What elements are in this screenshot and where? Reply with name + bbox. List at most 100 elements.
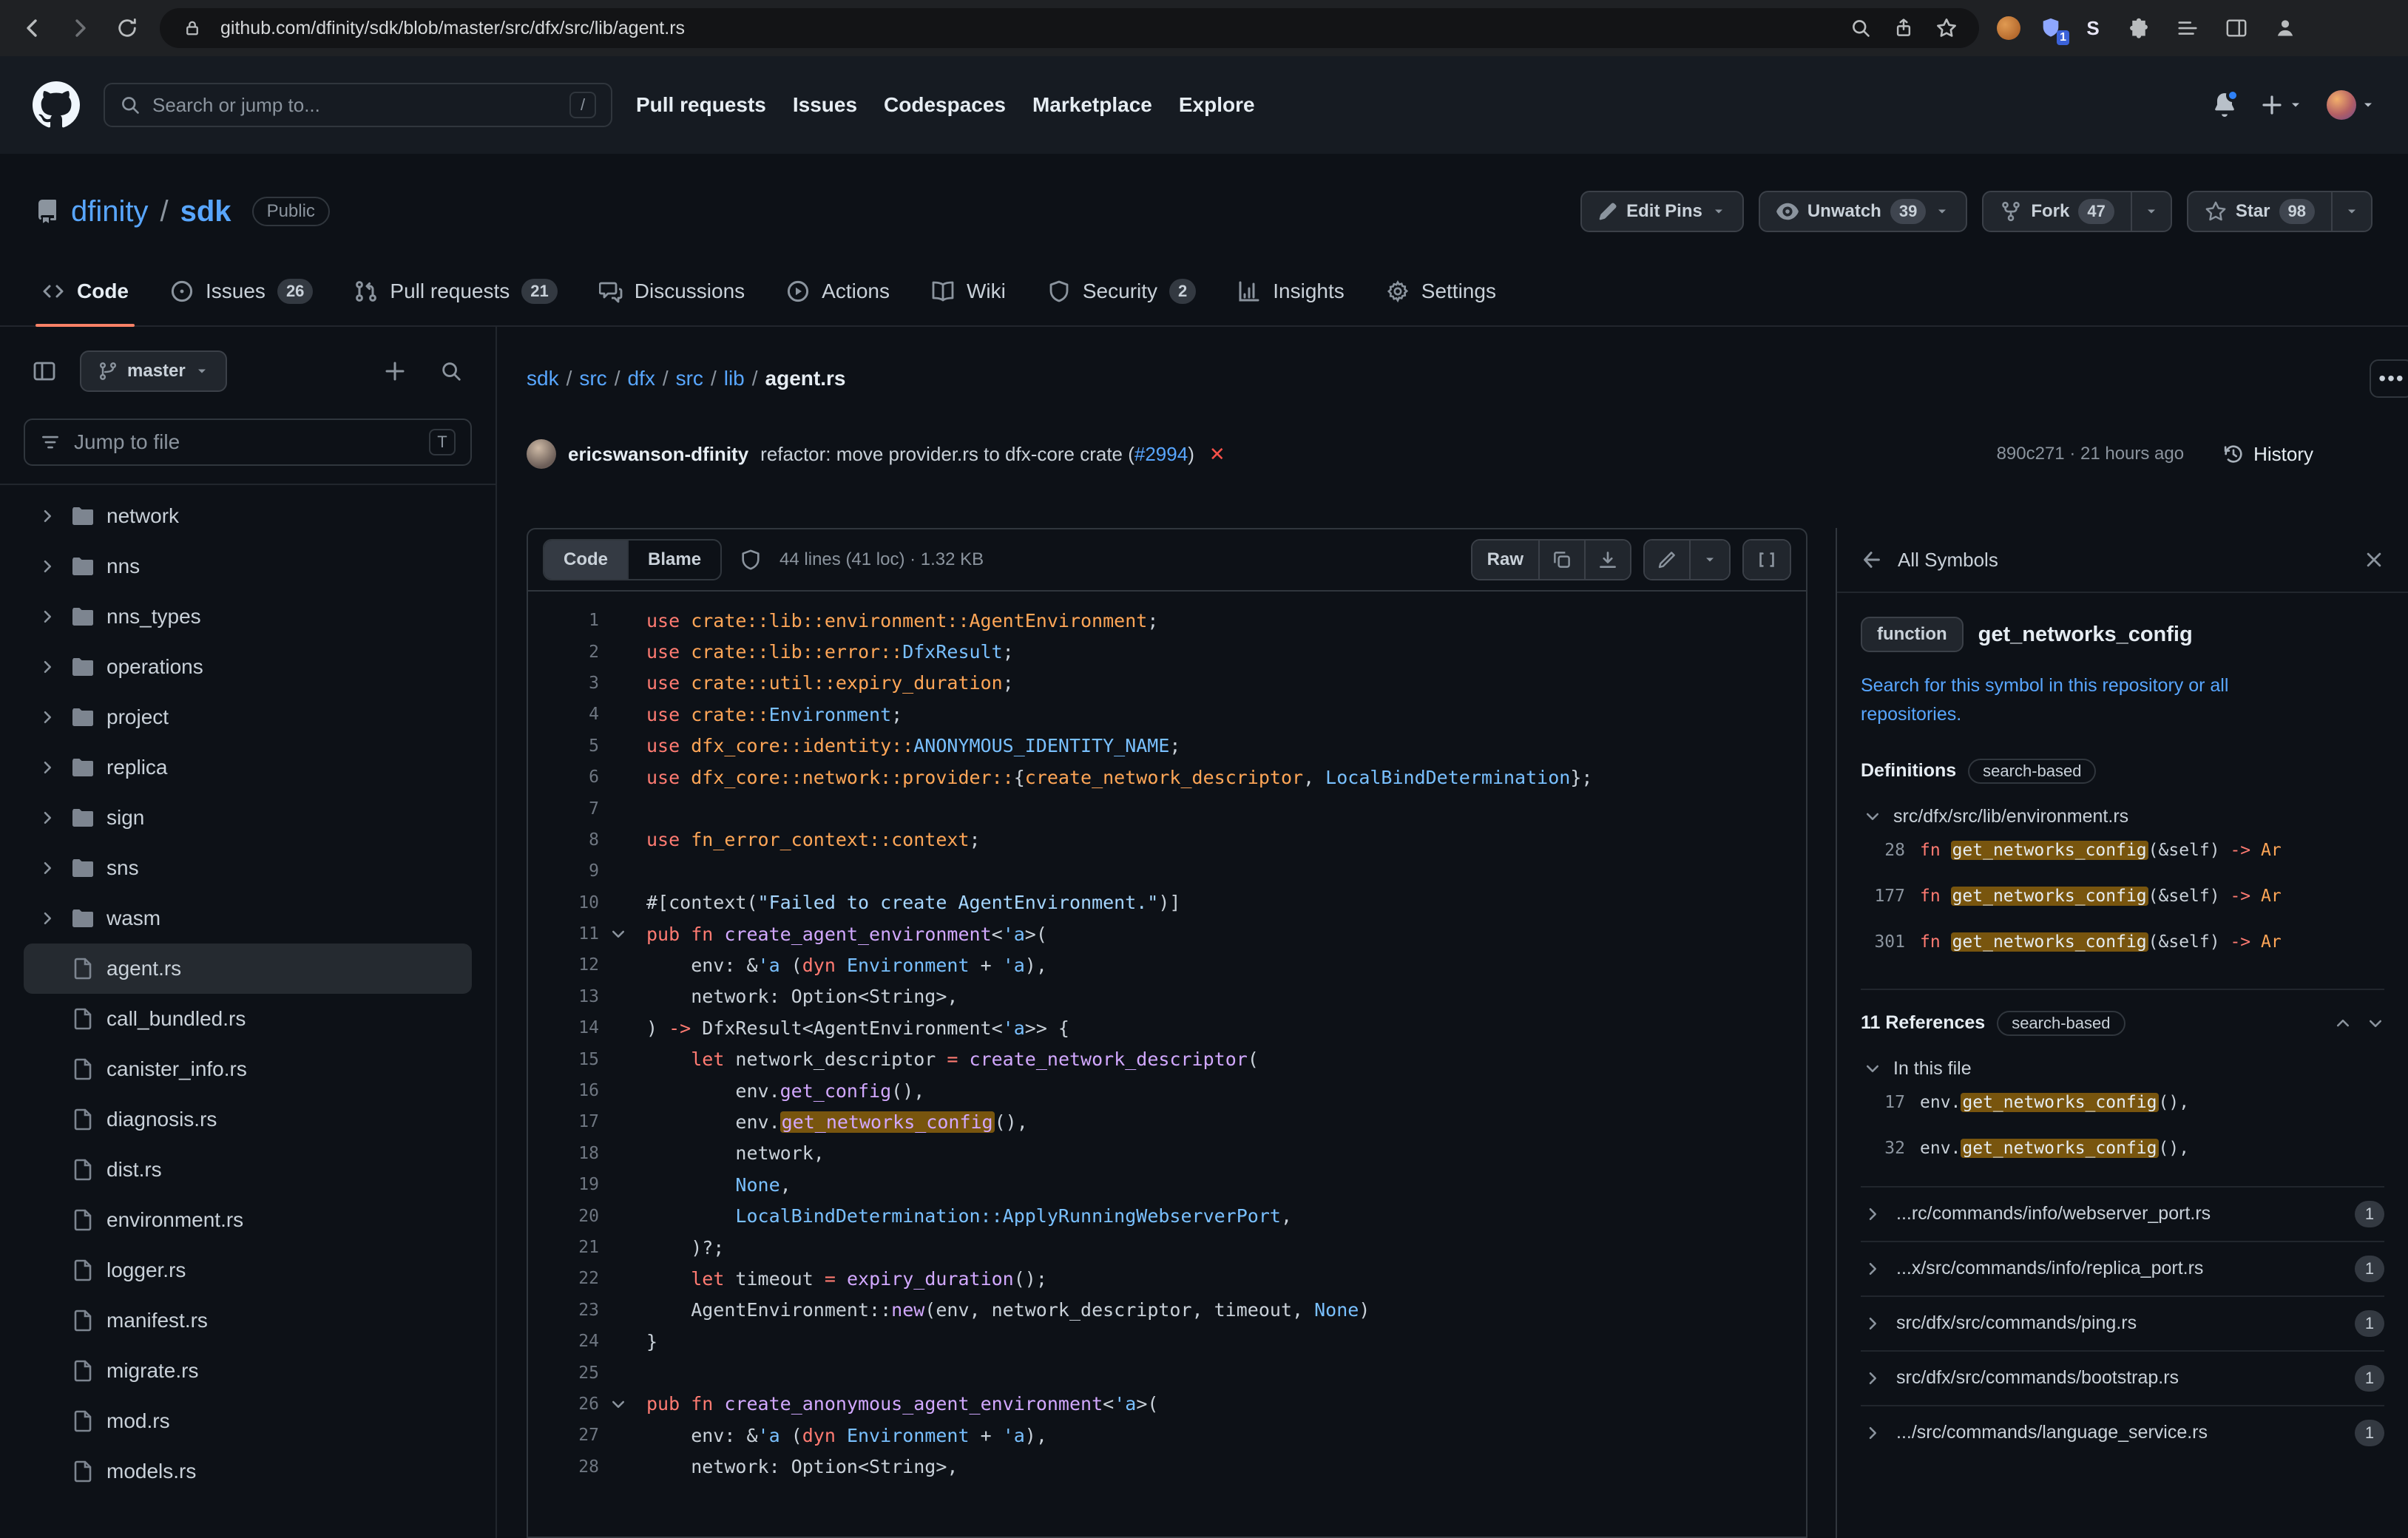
- share-icon[interactable]: [1889, 18, 1918, 38]
- breadcrumb-sdk-0[interactable]: sdk: [527, 367, 559, 390]
- tree-item-nns[interactable]: nns: [24, 541, 472, 592]
- header-nav-pull-requests[interactable]: Pull requests: [636, 93, 766, 117]
- github-logo-icon[interactable]: [33, 81, 80, 129]
- tree-item-mod-rs[interactable]: mod.rs: [24, 1396, 472, 1446]
- repo-tab-actions[interactable]: Actions: [768, 257, 907, 325]
- zoom-icon[interactable]: [1846, 18, 1876, 38]
- line-number[interactable]: 16: [528, 1081, 599, 1100]
- line-number[interactable]: 15: [528, 1050, 599, 1069]
- repo-tab-pull-requests[interactable]: Pull requests21: [336, 257, 575, 325]
- jump-to-file-input[interactable]: Jump to file T: [24, 419, 472, 466]
- previous-reference-button[interactable]: [2334, 1014, 2352, 1032]
- line-number[interactable]: 5: [528, 736, 599, 756]
- tree-item-nns-types[interactable]: nns_types: [24, 592, 472, 642]
- edit-pencil-icon[interactable]: [1645, 541, 1689, 579]
- user-avatar-menu[interactable]: [2327, 90, 2375, 120]
- extension-avatar-icon[interactable]: [1997, 16, 2020, 40]
- repo-tab-security[interactable]: Security2: [1029, 257, 1214, 325]
- fold-chevron-icon[interactable]: [606, 1395, 630, 1413]
- line-number[interactable]: 1: [528, 611, 599, 630]
- breadcrumb-dfx-2[interactable]: dfx: [627, 367, 655, 390]
- header-nav-codespaces[interactable]: Codespaces: [884, 93, 1006, 117]
- line-number[interactable]: 25: [528, 1363, 599, 1383]
- back-button[interactable]: [18, 16, 47, 40]
- header-nav-marketplace[interactable]: Marketplace: [1032, 93, 1152, 117]
- reference-line-32[interactable]: 32env.get_networks_config(),: [1861, 1125, 2384, 1171]
- history-button[interactable]: History: [2222, 443, 2313, 466]
- commit-author-avatar[interactable]: [527, 439, 556, 469]
- raw-button[interactable]: Raw: [1472, 541, 1538, 579]
- pr-link[interactable]: #2994: [1134, 443, 1188, 465]
- fork-button[interactable]: Fork47: [1982, 191, 2132, 232]
- reading-list-icon[interactable]: [2173, 17, 2202, 39]
- browser-profile-icon[interactable]: [2270, 17, 2300, 39]
- line-number[interactable]: 12: [528, 955, 599, 975]
- in-this-file-row[interactable]: In this file: [1861, 1058, 2384, 1080]
- commit-message[interactable]: refactor: move provider.rs to dfx-core c…: [760, 443, 1194, 466]
- reference-file-5[interactable]: .../src/commands/language_service.rs1: [1861, 1405, 2384, 1460]
- repo-tab-code[interactable]: Code: [24, 257, 146, 325]
- breadcrumb-lib-4[interactable]: lib: [724, 367, 745, 390]
- adblock-shield-icon[interactable]: 1: [2040, 17, 2062, 39]
- all-symbols-label[interactable]: All Symbols: [1898, 549, 1998, 572]
- tree-item-migrate-rs[interactable]: migrate.rs: [24, 1346, 472, 1396]
- repo-tab-settings[interactable]: Settings: [1368, 257, 1514, 325]
- line-number[interactable]: 28: [528, 1457, 599, 1477]
- reference-file-4[interactable]: src/dfx/src/commands/bootstrap.rs1: [1861, 1350, 2384, 1405]
- commit-sha-time[interactable]: 890c271 · 21 hours ago: [1997, 444, 2185, 464]
- forward-button[interactable]: [65, 16, 95, 40]
- tree-search-icon[interactable]: [430, 350, 472, 392]
- repo-owner-link[interactable]: dfinity: [71, 195, 149, 228]
- close-icon[interactable]: [2364, 549, 2384, 570]
- line-number[interactable]: 2: [528, 643, 599, 662]
- tree-item-manifest-rs[interactable]: manifest.rs: [24, 1295, 472, 1346]
- tree-item-replica[interactable]: replica: [24, 742, 472, 793]
- star-button[interactable]: Star98: [2187, 191, 2333, 232]
- notifications-bell-icon[interactable]: [2213, 93, 2236, 117]
- line-number[interactable]: 22: [528, 1269, 599, 1288]
- download-icon[interactable]: [1584, 541, 1630, 579]
- commit-author[interactable]: ericswanson-dfinity: [568, 443, 748, 466]
- more-options-button[interactable]: •••: [2370, 359, 2408, 398]
- tab-blame[interactable]: Blame: [627, 541, 720, 579]
- extensions-puzzle-icon[interactable]: [2124, 18, 2154, 38]
- edit-dropdown-caret-icon[interactable]: [1689, 541, 1729, 579]
- repo-tab-issues[interactable]: Issues26: [152, 257, 331, 325]
- tree-item-agent-rs[interactable]: agent.rs: [24, 944, 472, 994]
- back-arrow-icon[interactable]: [1861, 549, 1883, 571]
- repo-tab-wiki[interactable]: Wiki: [913, 257, 1024, 325]
- tree-item-logger-rs[interactable]: logger.rs: [24, 1245, 472, 1295]
- breadcrumb-src-3[interactable]: src: [676, 367, 703, 390]
- edit-pins-button[interactable]: Edit Pins: [1580, 191, 1744, 232]
- symbols-panel-toggle-button[interactable]: [1744, 541, 1790, 579]
- line-number[interactable]: 27: [528, 1426, 599, 1445]
- tab-code[interactable]: Code: [544, 541, 627, 579]
- line-number[interactable]: 26: [528, 1395, 599, 1414]
- fold-chevron-icon[interactable]: [606, 925, 630, 943]
- fork-dropdown-button[interactable]: [2132, 191, 2172, 232]
- header-nav-issues[interactable]: Issues: [793, 93, 857, 117]
- tree-item-environment-rs[interactable]: environment.rs: [24, 1195, 472, 1245]
- tree-item-sign[interactable]: sign: [24, 793, 472, 843]
- next-reference-button[interactable]: [2367, 1014, 2384, 1032]
- breadcrumb-src-1[interactable]: src: [579, 367, 606, 390]
- definition-file-row[interactable]: src/dfx/src/lib/environment.rs: [1861, 806, 2384, 827]
- line-number[interactable]: 21: [528, 1238, 599, 1257]
- tree-item-network[interactable]: network: [24, 491, 472, 541]
- reference-file-2[interactable]: ...x/src/commands/info/replica_port.rs1: [1861, 1241, 2384, 1295]
- reload-button[interactable]: [112, 17, 142, 39]
- line-number[interactable]: 8: [528, 830, 599, 850]
- definition-line-28[interactable]: 28fn get_networks_config(&self) -> Ar: [1861, 827, 2384, 873]
- new-file-plus-icon[interactable]: [374, 350, 416, 392]
- line-number[interactable]: 14: [528, 1018, 599, 1037]
- line-number[interactable]: 10: [528, 893, 599, 912]
- copy-icon[interactable]: [1538, 541, 1584, 579]
- header-nav-explore[interactable]: Explore: [1179, 93, 1255, 117]
- repo-name-link[interactable]: sdk: [180, 195, 231, 228]
- ci-failure-icon[interactable]: ✕: [1209, 443, 1225, 466]
- line-number[interactable]: 11: [528, 924, 599, 944]
- symbol-search-link[interactable]: Search for this symbol in this repositor…: [1861, 671, 2312, 729]
- reference-file-1[interactable]: ...rc/commands/info/webserver_port.rs1: [1861, 1186, 2384, 1241]
- repo-tab-insights[interactable]: Insights: [1220, 257, 1362, 325]
- s-extension-icon[interactable]: S: [2081, 17, 2105, 40]
